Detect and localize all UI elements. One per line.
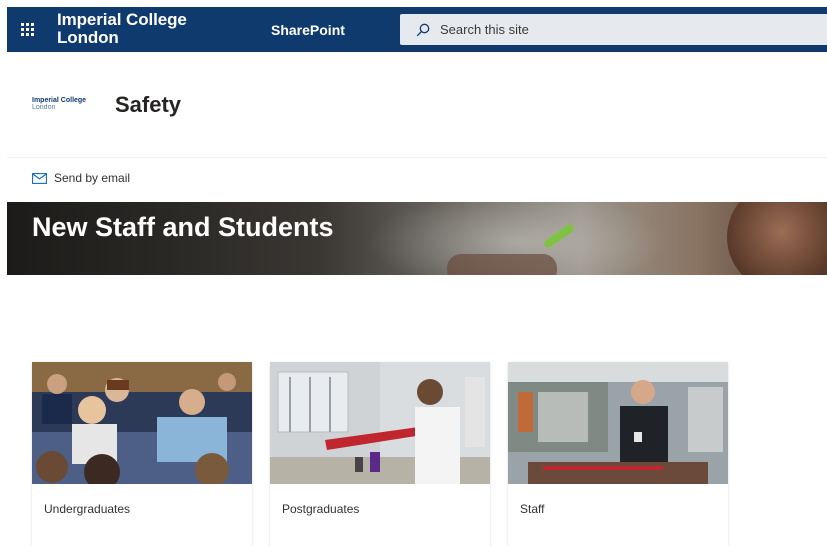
card-label: Staff: [520, 502, 545, 516]
site-logo-line2: London: [32, 104, 56, 111]
suite-bar: Imperial College London SharePoint: [7, 7, 827, 52]
sharepoint-link[interactable]: SharePoint: [271, 22, 345, 38]
hero-banner: New Staff and Students: [7, 202, 827, 275]
organization-logo[interactable]: Imperial College London: [57, 11, 187, 47]
search-box[interactable]: [400, 14, 827, 45]
card-staff[interactable]: Staff: [508, 362, 728, 546]
card-postgraduates[interactable]: Postgraduates: [270, 362, 490, 546]
org-name-line1: Imperial College: [57, 10, 187, 29]
app-launcher-icon: [20, 23, 34, 36]
send-by-email-button[interactable]: Send by email: [32, 171, 130, 185]
site-title[interactable]: Safety: [115, 92, 181, 118]
card-image-students-in-lecture-hall: [32, 362, 252, 484]
mail-icon: [32, 172, 47, 184]
site-logo-line1: Imperial College: [32, 97, 87, 104]
card-undergraduates[interactable]: Undergraduates: [32, 362, 252, 546]
banner-title: New Staff and Students: [32, 212, 334, 242]
send-by-email-label: Send by email: [54, 171, 131, 185]
card-label: Undergraduates: [44, 502, 131, 516]
site-logo[interactable]: Imperial College London: [32, 97, 86, 111]
app-launcher-button[interactable]: [7, 7, 47, 52]
search-icon: [416, 23, 430, 36]
header-divider: [7, 157, 827, 158]
card-image-staff-member-in-workshop: [508, 362, 728, 484]
card-image-researcher-in-lab: [270, 362, 490, 484]
org-name-line2: London: [57, 28, 119, 47]
search-input[interactable]: [438, 21, 782, 38]
card-label: Postgraduates: [282, 502, 360, 516]
